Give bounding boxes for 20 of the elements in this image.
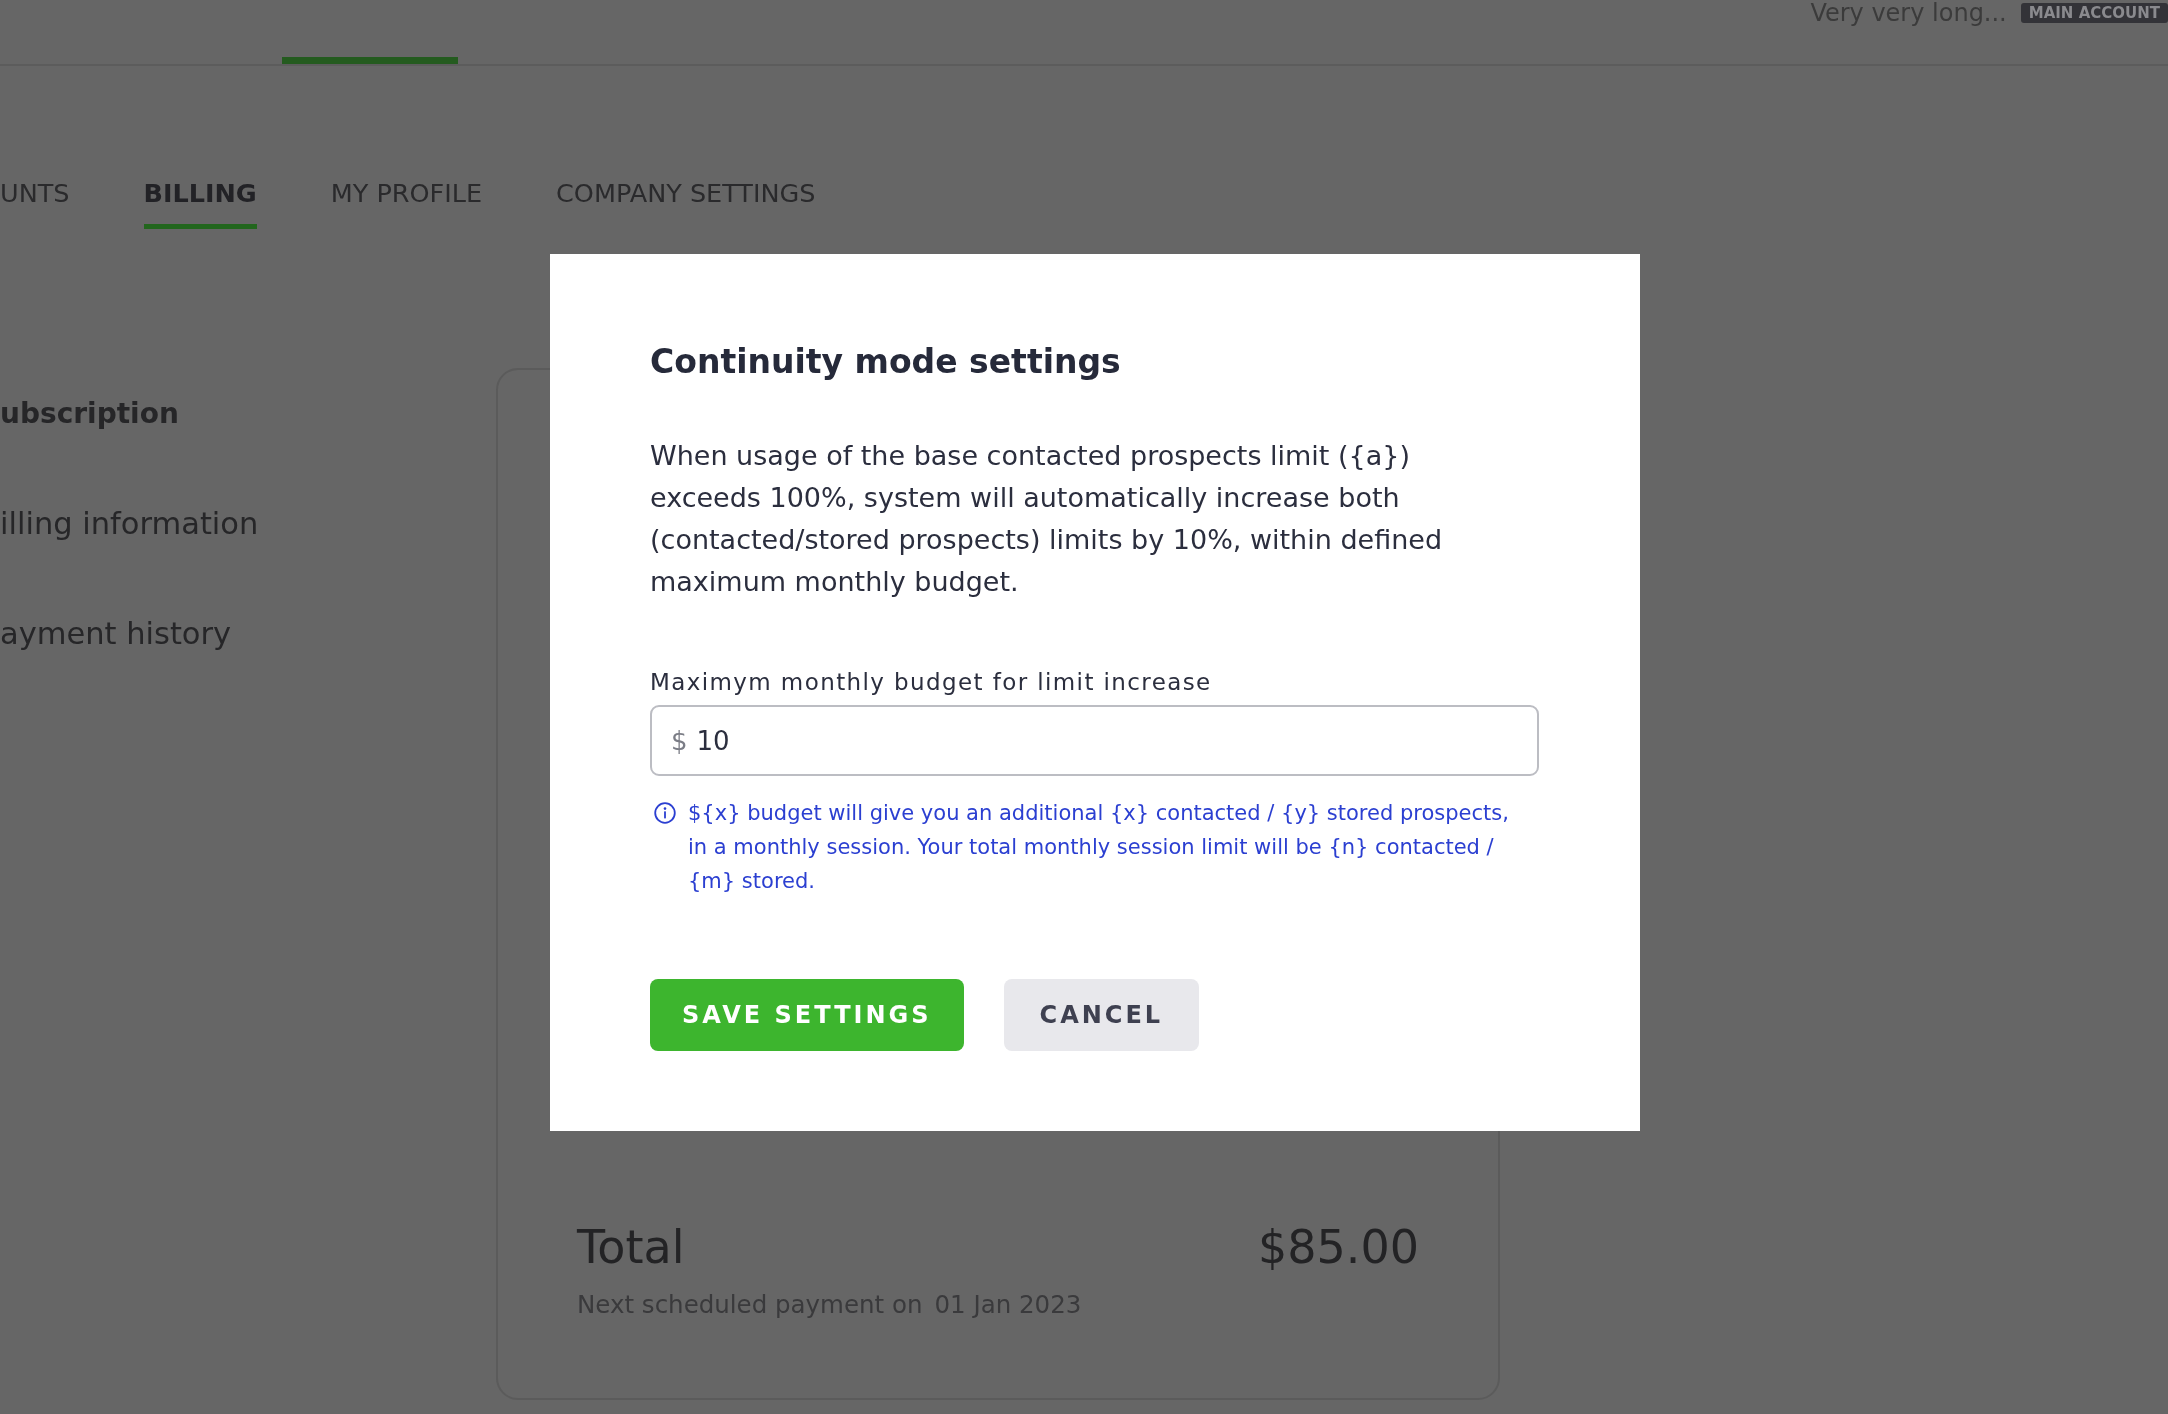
currency-prefix: $ [671,725,688,756]
budget-field[interactable]: $ 10 [650,705,1539,776]
tab[interactable]: MY PROFILE [330,177,483,229]
field-label: Maximym monthly budget for limit increase [650,668,1213,697]
info-icon [654,802,676,824]
amount-input[interactable]: 10 [696,723,1518,758]
sidebar-item[interactable]: ayment history [0,616,232,652]
tab[interactable]: UNTS [0,177,70,229]
total-amount: $85.00 [1258,1219,1419,1276]
sidebar-item[interactable]: illing information [0,506,259,542]
sidebar-item[interactable]: ubscription [0,396,179,432]
cancel-button[interactable]: CANCEL [1003,979,1200,1051]
hint-text: ${x} budget will give you an additional {x} contacted / {y} stored prospects, in a monthly session. Your total monthly session limit will be {n} contacted / {m} stored. [688,800,1510,895]
save-settings-button[interactable]: SAVE SETTINGS [650,979,964,1051]
tab[interactable]: BILLING [143,177,257,229]
dialog-title: Continuity mode settings [650,341,1122,383]
total-label: Total [577,1219,685,1276]
account-badge: MAIN ACCOUNT [2020,3,2168,23]
dialog-description: When usage of the base contacted prospects limit ({a}) exceeds 100%, system will automatically increase both (contacted/stored prospects) limits by 10%, within defined maximum monthly budget. [650,439,1444,599]
tab[interactable]: COMPANY SETTINGS [556,177,816,229]
